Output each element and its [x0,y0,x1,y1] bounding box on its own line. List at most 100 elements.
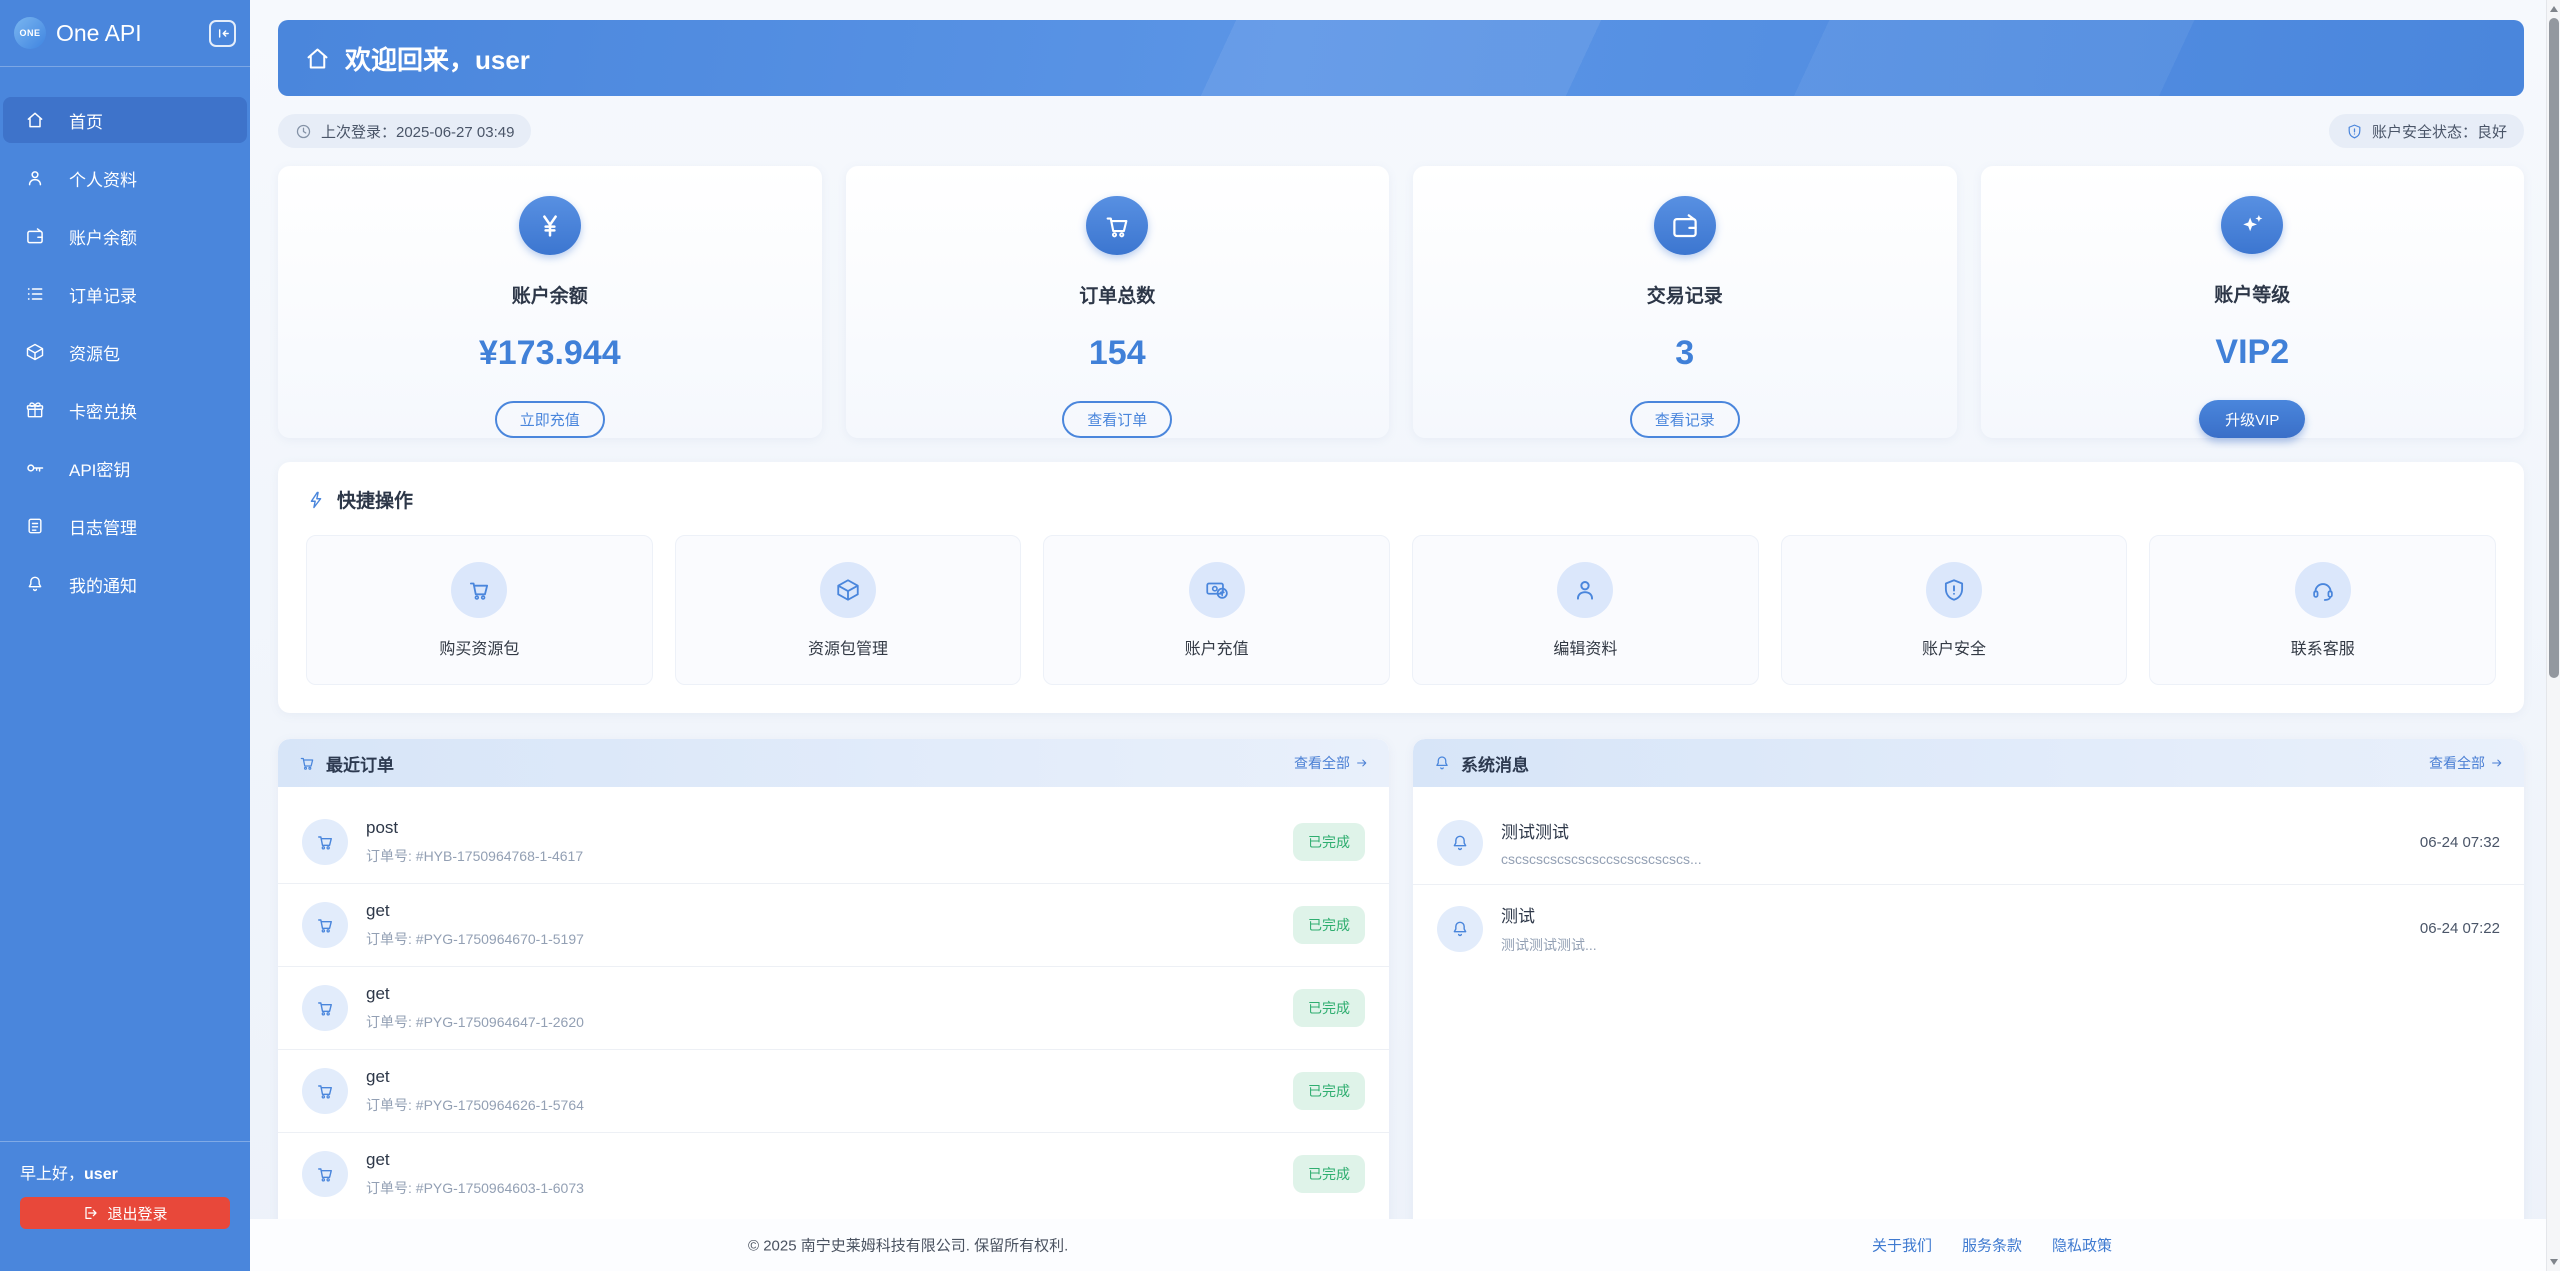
order-row[interactable]: get 订单号: #PYG-1750964647-1-2620 已完成 [278,967,1389,1050]
order-name: get [366,984,584,1004]
page-footer: © 2025 南宁史莱姆科技有限公司. 保留所有权利. 关于我们 服务条款 隐私… [250,1219,2560,1271]
stat-title: 交易记录 [1647,281,1723,308]
status-badge: 已完成 [1293,1072,1365,1110]
cube-icon [820,562,876,618]
upgrade-vip-button[interactable]: 升级VIP [2199,400,2305,438]
cart-icon [1086,196,1148,255]
orders-view-all-link[interactable]: 查看全部 [1294,753,1369,773]
recharge-button[interactable]: 立即充值 [495,401,605,438]
system-messages-header: 系统消息 查看全部 [1413,739,2524,787]
vertical-scrollbar[interactable] [2546,0,2560,1271]
messages-view-all-link[interactable]: 查看全部 [2429,753,2504,773]
sidebar-item-label: 订单记录 [69,282,137,307]
quick-action-contact-support[interactable]: 联系客服 [2149,535,2496,685]
orders-list: post 订单号: #HYB-1750964768-1-4617 已完成 get… [278,787,1389,1215]
sidebar-item-label: 个人资料 [69,166,137,191]
message-time: 06-24 07:32 [2420,834,2500,851]
scrollbar-thumb[interactable] [2549,18,2559,678]
order-number: 订单号: #HYB-1750964768-1-4617 [366,846,583,866]
stat-value: ¥173.944 [479,334,621,373]
shield-icon [2346,123,2363,140]
status-badge: 已完成 [1293,823,1365,861]
sidebar-item-api-keys[interactable]: API密钥 [3,445,247,491]
stat-value: 154 [1089,334,1146,373]
order-row[interactable]: get 订单号: #PYG-1750964603-1-6073 已完成 [278,1133,1389,1215]
welcome-title: 欢迎回来，user [345,40,530,77]
status-badge: 已完成 [1293,1155,1365,1193]
stat-title: 账户余额 [512,281,588,308]
message-title: 测试 [1501,902,1597,927]
quick-actions-title: 快捷操作 [337,486,413,513]
status-badge: 已完成 [1293,906,1365,944]
cart-icon [302,1068,348,1114]
sidebar-item-packages[interactable]: 资源包 [3,329,247,375]
username: user [84,1166,118,1183]
sidebar-item-logs[interactable]: 日志管理 [3,503,247,549]
quick-actions-grid: 购买资源包 资源包管理 账户充值 编辑资料 账户安全 [306,535,2496,685]
recent-orders-header: 最近订单 查看全部 [278,739,1389,787]
quick-actions-header: 快捷操作 [306,486,2496,513]
sidebar-item-label: API密钥 [69,456,130,481]
view-orders-button[interactable]: 查看订单 [1062,401,1172,438]
footer-links: 关于我们 服务条款 隐私政策 [1872,1235,2112,1256]
order-info: get 订单号: #PYG-1750964603-1-6073 [366,1150,584,1198]
quick-action-account-security[interactable]: 账户安全 [1781,535,2128,685]
status-bar: 上次登录：2025-06-27 03:49 账户安全状态：良好 [278,114,2524,148]
sidebar-item-orders[interactable]: 订单记录 [3,271,247,317]
logout-icon [82,1205,98,1221]
footer-link-terms[interactable]: 服务条款 [1962,1235,2022,1256]
collapse-icon [214,25,231,42]
system-messages-panel: 系统消息 查看全部 测试测试 cscscscscscscsccscscscscs… [1413,739,2524,1259]
stat-title: 账户等级 [2214,280,2290,307]
logout-button[interactable]: 退出登录 [20,1197,230,1229]
sidebar-item-home[interactable]: 首页 [3,97,247,143]
order-row[interactable]: get 订单号: #PYG-1750964670-1-5197 已完成 [278,884,1389,967]
message-info: 测试 测试测试测试... [1501,902,1597,955]
order-number: 订单号: #PYG-1750964647-1-2620 [366,1012,584,1032]
order-name: get [366,1150,584,1170]
quick-action-buy-package[interactable]: 购买资源包 [306,535,653,685]
order-info: get 订单号: #PYG-1750964626-1-5764 [366,1067,584,1115]
footer-link-about[interactable]: 关于我们 [1872,1235,1932,1256]
quick-actions-panel: 快捷操作 购买资源包 资源包管理 账户充值 编辑资料 [278,462,2524,713]
quick-action-edit-profile[interactable]: 编辑资料 [1412,535,1759,685]
message-row[interactable]: 测试 测试测试测试... 06-24 07:22 [1413,885,2524,972]
view-records-button[interactable]: 查看记录 [1630,401,1740,438]
cart-icon [451,562,507,618]
bell-icon [25,574,45,594]
message-row[interactable]: 测试测试 cscscscscscscsccscscscscscs... 06-2… [1413,801,2524,885]
shield-icon [1926,562,1982,618]
footer-link-privacy[interactable]: 隐私政策 [2052,1235,2112,1256]
home-icon [25,110,45,130]
panel-title-text: 系统消息 [1461,751,1529,776]
scroll-up-arrow-icon[interactable] [2550,6,2558,12]
headset-icon [2295,562,2351,618]
user-greeting: 早上好，user [20,1160,230,1184]
sidebar-item-redeem[interactable]: 卡密兑换 [3,387,247,433]
list-icon [25,284,45,304]
user-icon [1557,562,1613,618]
arrow-right-icon [1355,756,1369,770]
last-login-pill: 上次登录：2025-06-27 03:49 [278,114,531,148]
cart-icon [298,754,316,772]
clock-icon [295,123,312,140]
cart-icon [302,985,348,1031]
order-row[interactable]: get 订单号: #PYG-1750964626-1-5764 已完成 [278,1050,1389,1133]
quick-action-recharge[interactable]: 账户充值 [1043,535,1390,685]
sidebar-item-notifications[interactable]: 我的通知 [3,561,247,607]
quick-action-manage-packages[interactable]: 资源包管理 [675,535,1022,685]
sidebar-item-balance[interactable]: 账户余额 [3,213,247,259]
last-login-text: 上次登录：2025-06-27 03:49 [321,121,514,142]
recent-orders-panel: 最近订单 查看全部 post 订单号: #HYB-1750964768-1-46… [278,739,1389,1259]
message-preview: cscscscscscscsccscscscscscs... [1501,851,1702,867]
sidebar-item-label: 日志管理 [69,514,137,539]
sidebar-collapse-button[interactable] [209,20,236,47]
view-all-label: 查看全部 [2429,753,2485,773]
status-badge: 已完成 [1293,989,1365,1027]
order-row[interactable]: post 订单号: #HYB-1750964768-1-4617 已完成 [278,801,1389,884]
order-number: 订单号: #PYG-1750964670-1-5197 [366,929,584,949]
sidebar-item-profile[interactable]: 个人资料 [3,155,247,201]
stat-card-level: 账户等级 VIP2 升级VIP [1981,166,2525,438]
order-info: get 订单号: #PYG-1750964647-1-2620 [366,984,584,1032]
scroll-down-arrow-icon[interactable] [2550,1259,2558,1265]
